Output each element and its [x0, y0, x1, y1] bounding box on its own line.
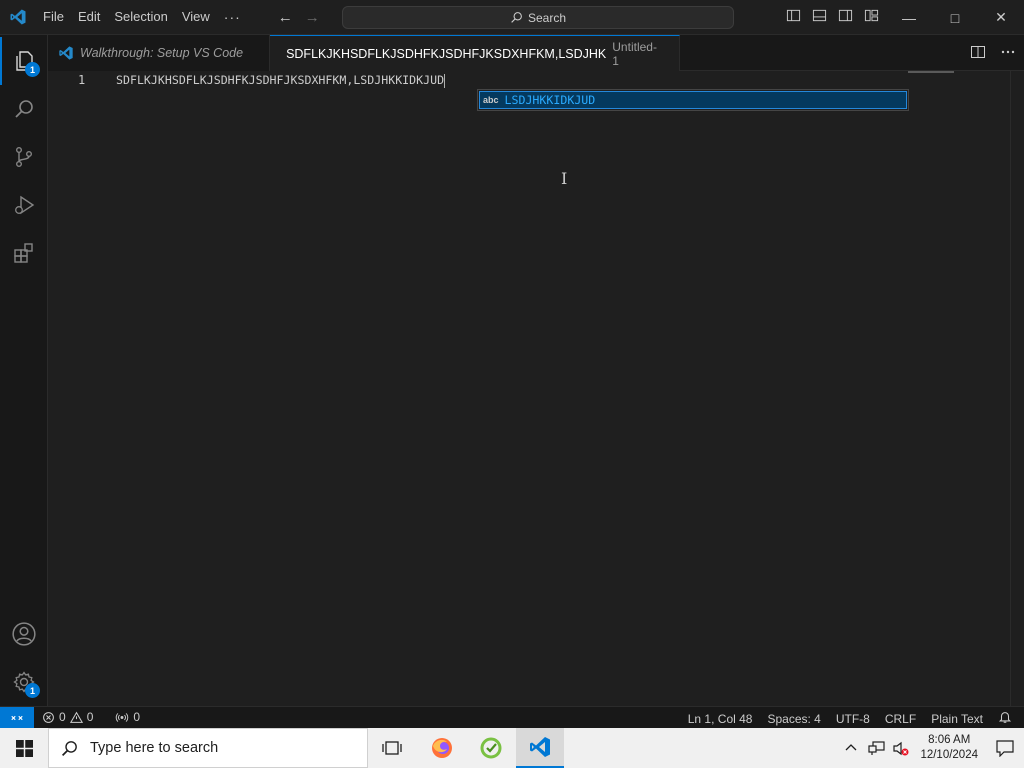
menu-view[interactable]: View	[175, 4, 217, 30]
code-line[interactable]: SDFLKJKHSDFLKJSDHFKJSDHFJKSDXHFKM,LSDJHK…	[116, 73, 446, 88]
word-kind-icon: abc	[483, 95, 499, 105]
text-cursor	[444, 73, 446, 88]
remote-indicator[interactable]	[0, 707, 34, 729]
firefox-icon	[432, 738, 452, 758]
menu-bar: File Edit Selection View ···	[36, 0, 248, 35]
start-button[interactable]	[0, 728, 48, 768]
show-hidden-icons-chevron-icon[interactable]	[838, 742, 864, 754]
search-label: Search	[527, 10, 567, 25]
vscode-logo-icon	[0, 0, 36, 35]
accounts-button[interactable]	[0, 610, 48, 658]
line-number: 1	[78, 73, 86, 87]
extensions-icon	[14, 243, 33, 263]
volume-muted-icon[interactable]	[888, 741, 912, 756]
vertical-scrollbar[interactable]	[1010, 71, 1024, 706]
menu-edit[interactable]: Edit	[71, 4, 107, 30]
split-editor-icon[interactable]	[970, 44, 986, 60]
notification-center-icon[interactable]	[986, 728, 1024, 768]
suggest-widget: abc LSDJHKKIDKJUD	[477, 89, 909, 111]
status-bar: 0 0 0 Ln 1, Col 48 Spaces: 4 UTF-8 CRLF …	[0, 706, 1024, 729]
vscode-tab-icon	[59, 46, 73, 60]
minimap-slider[interactable]	[908, 71, 954, 73]
explorer-button[interactable]: 1	[0, 37, 48, 85]
account-icon	[12, 622, 36, 646]
suggestion-item[interactable]: abc LSDJHKKIDKJUD	[479, 91, 907, 109]
minimize-icon[interactable]: —	[886, 0, 932, 35]
clock-time: 8:06 AM	[928, 734, 971, 746]
task-view-icon	[382, 741, 402, 755]
end-of-line[interactable]: CRLF	[885, 712, 916, 726]
navigation-arrows: ← →	[278, 9, 320, 26]
tab-untitled-label: SDFLKJKHSDFLKJSDHFKJSDHFJKSDXHFKM,LSDJHK	[286, 46, 607, 61]
tab-walkthrough-label: Walkthrough: Setup VS Code	[80, 46, 244, 60]
source-control-icon	[15, 147, 32, 168]
editor-actions	[970, 44, 1016, 60]
editor-area[interactable]: 1 SDFLKJKHSDFLKJSDHFKJSDHFJKSDXHFKM,LSDJ…	[48, 71, 1024, 706]
maximize-icon[interactable]: □	[932, 0, 978, 35]
encoding[interactable]: UTF-8	[836, 712, 870, 726]
cursor-position[interactable]: Ln 1, Col 48	[688, 712, 753, 726]
editor-tab-bar: Walkthrough: Setup VS Code SDFLKJKHSDFLK…	[48, 35, 1024, 71]
error-icon	[42, 711, 55, 724]
windows-taskbar: Type here to search 8:06 AM 12/10/2024	[0, 728, 1024, 768]
app-taskbar-button[interactable]	[467, 728, 515, 768]
command-center-search[interactable]: Search	[342, 6, 734, 29]
clock-date: 12/10/2024	[920, 749, 978, 761]
firefox-taskbar-button[interactable]	[418, 728, 466, 768]
forward-arrow-icon[interactable]: →	[305, 9, 320, 26]
taskbar-search-box[interactable]: Type here to search	[48, 728, 368, 768]
title-bar: File Edit Selection View ··· ← → Search …	[0, 0, 1024, 35]
search-icon	[511, 12, 522, 23]
activity-bar: 1 1	[0, 35, 48, 706]
notifications-bell-icon[interactable]	[998, 710, 1012, 727]
task-view-button[interactable]	[368, 728, 416, 768]
tab-walkthrough[interactable]: Walkthrough: Setup VS Code	[48, 35, 270, 71]
search-icon	[61, 740, 77, 756]
ports-icon	[115, 711, 129, 724]
more-actions-icon[interactable]	[1000, 44, 1016, 60]
tab-untitled-description: Untitled-1	[612, 39, 657, 68]
toggle-secondary-sidebar-icon[interactable]	[838, 8, 853, 22]
menu-file[interactable]: File	[36, 4, 71, 30]
suggestion-label: LSDJHKKIDKJUD	[504, 93, 596, 107]
window-controls: — □ ✕	[886, 0, 1024, 35]
warning-icon	[69, 711, 83, 724]
windows-logo-icon	[15, 739, 33, 757]
layout-controls	[786, 8, 879, 22]
run-debug-icon	[15, 195, 35, 215]
warning-count: 0	[86, 710, 94, 724]
indentation[interactable]: Spaces: 4	[767, 712, 820, 726]
mouse-ibeam-icon: I	[561, 169, 568, 188]
system-tray: 8:06 AM 12/10/2024	[838, 728, 1024, 768]
vscode-icon	[530, 737, 550, 757]
error-count: 0	[59, 710, 66, 724]
customize-layout-icon[interactable]	[864, 8, 879, 22]
green-app-icon	[480, 737, 502, 759]
language-mode[interactable]: Plain Text	[931, 712, 983, 726]
source-control-button[interactable]	[0, 133, 48, 181]
back-arrow-icon[interactable]: ←	[278, 9, 293, 26]
toggle-panel-icon[interactable]	[812, 8, 827, 22]
taskbar-clock[interactable]: 8:06 AM 12/10/2024	[920, 733, 978, 763]
ports-count[interactable]: 0	[133, 710, 140, 724]
remote-icon	[11, 715, 23, 721]
explorer-badge: 1	[25, 62, 40, 77]
menu-more-button[interactable]: ···	[217, 4, 248, 30]
vscode-taskbar-button[interactable]	[516, 728, 564, 768]
run-debug-button[interactable]	[0, 181, 48, 229]
status-bar-right: Ln 1, Col 48 Spaces: 4 UTF-8 CRLF Plain …	[688, 710, 1012, 727]
close-icon[interactable]: ✕	[978, 0, 1024, 35]
toggle-primary-sidebar-icon[interactable]	[786, 8, 801, 22]
tab-untitled-1[interactable]: SDFLKJKHSDFLKJSDHFKJSDHFJKSDXHFKM,LSDJHK…	[270, 35, 680, 71]
manage-badge: 1	[25, 683, 40, 698]
problems-indicator[interactable]: 0 0 0	[42, 710, 140, 724]
search-icon	[15, 100, 33, 118]
code-text: SDFLKJKHSDFLKJSDHFKJSDHFJKSDXHFKM,LSDJHK…	[116, 73, 445, 87]
taskbar-search-placeholder: Type here to search	[90, 740, 219, 756]
search-view-button[interactable]	[0, 85, 48, 133]
extensions-button[interactable]	[0, 229, 48, 277]
manage-button[interactable]: 1	[0, 658, 48, 706]
network-icon[interactable]	[864, 740, 888, 756]
menu-selection[interactable]: Selection	[107, 4, 174, 30]
